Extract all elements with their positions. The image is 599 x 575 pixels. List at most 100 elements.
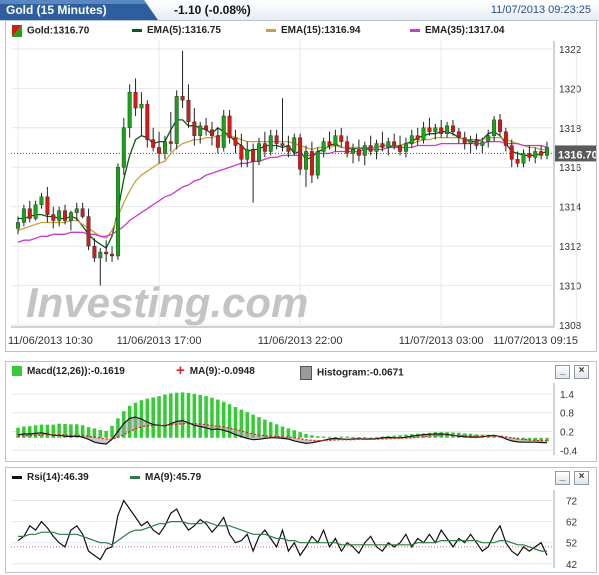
candle-body	[298, 137, 303, 170]
histogram-bar	[192, 393, 197, 438]
candle-body	[445, 125, 450, 134]
x-tick-label: 11/06/2013 17:00	[117, 335, 202, 347]
y-tick-label: -0.4	[560, 446, 578, 457]
y-tick-label: 72	[566, 497, 578, 508]
candle-body	[280, 143, 285, 146]
histogram-bar	[316, 436, 320, 438]
candle-body	[386, 141, 391, 148]
candle-body	[210, 129, 214, 136]
candle-body	[415, 135, 420, 140]
candle-body	[92, 245, 97, 259]
histogram-bar	[216, 399, 220, 438]
price-chart: 1308 1310 1312 1314 1316 1318 1320 1322 11/06/20…	[8, 41, 596, 347]
candle-body	[45, 196, 50, 215]
candle-body	[498, 119, 502, 132]
histogram-bar	[280, 426, 285, 438]
candle-body	[262, 143, 267, 152]
histogram-bar	[351, 436, 355, 438]
y-tick-label: 1322	[559, 45, 582, 56]
candle-body	[127, 92, 132, 128]
candle-body	[380, 143, 385, 148]
y-tick-label: 1318	[559, 124, 582, 135]
candle-body	[533, 151, 538, 158]
histogram-bar	[298, 432, 302, 438]
histogram-bar	[210, 397, 214, 438]
candle-body	[351, 149, 355, 154]
candle-body	[139, 103, 144, 109]
candle-body	[333, 135, 338, 146]
histogram-bar	[310, 435, 314, 438]
y-tick-label: 1312	[559, 242, 582, 253]
histogram-bar	[157, 396, 161, 438]
histogram-bar	[357, 437, 361, 439]
candle-body	[321, 141, 326, 152]
timestamp: 11/07/2013 09:23:25	[490, 4, 591, 16]
histogram-bar	[163, 394, 167, 438]
chart-title: Gold (15 Minutes)	[6, 3, 107, 17]
candle-body	[392, 141, 397, 146]
histogram-bar	[110, 425, 114, 438]
rsi-line	[17, 499, 548, 561]
candle-body	[362, 145, 367, 156]
y-tick-label: 42	[566, 560, 578, 571]
candle-body	[409, 135, 414, 144]
y-tick-label: 1314	[559, 203, 582, 214]
candle-body	[427, 127, 432, 132]
candle-body	[368, 145, 373, 152]
histogram-bar	[180, 392, 185, 438]
candle-body	[309, 151, 314, 176]
histogram-bar	[345, 436, 349, 438]
histogram-bar	[92, 428, 97, 438]
candle-body	[521, 153, 526, 164]
y-tick-label: 62	[566, 518, 578, 529]
candle-body	[257, 143, 261, 162]
histogram-bar	[145, 398, 150, 438]
candle-body	[21, 208, 26, 223]
candle-body	[27, 208, 32, 219]
rsi-panel: Rsi(14):46.39 MA(9):45.79 _ × 42 52 62 72	[5, 467, 597, 573]
candle-body	[233, 137, 238, 146]
x-tick-label: 11/07/2013 09:15	[493, 335, 578, 347]
candle-body	[198, 125, 203, 136]
y-tick-label: 1.4	[560, 390, 574, 401]
candle-body	[227, 115, 232, 138]
candle-body	[80, 208, 85, 217]
candle-body	[110, 253, 115, 257]
candle-body	[121, 127, 126, 168]
candle-body	[480, 141, 485, 146]
histogram-bar	[104, 430, 108, 438]
candle-body	[545, 147, 549, 156]
candle-body	[468, 139, 473, 144]
histogram-bar	[204, 396, 208, 438]
candle-body	[398, 145, 403, 152]
y-tick-label: 1316	[559, 163, 582, 174]
macd-chart: -0.4 0.2 0.8 1.4	[11, 383, 578, 457]
y-tick-label: 1320	[559, 84, 582, 95]
x-tick-label: 11/06/2013 22:00	[258, 335, 343, 347]
watermark: Investing.com	[26, 279, 308, 326]
histogram-bar	[304, 434, 308, 438]
candle-body	[133, 92, 138, 109]
histogram-bar	[39, 424, 44, 438]
candle-body	[174, 96, 179, 144]
candle-body	[421, 127, 426, 140]
histogram-bar	[339, 436, 344, 438]
candle-body	[527, 153, 532, 158]
y-tick-label: 1308	[559, 321, 582, 332]
candle-body	[86, 216, 91, 247]
price-panel: Gold:1316.70 EMA(5):1316.75 EMA(15):1316…	[5, 20, 597, 352]
candle-body	[356, 149, 361, 156]
candle-body	[33, 204, 38, 219]
histogram-bar	[169, 393, 173, 438]
candle-body	[104, 251, 109, 255]
candle-body	[503, 131, 508, 146]
y-tick-label: 1310	[559, 282, 582, 293]
x-tick-label: 11/07/2013 03:00	[399, 335, 484, 347]
candle-body	[403, 143, 408, 152]
histogram-bar	[274, 424, 279, 438]
candle-body	[374, 143, 379, 152]
histogram-bar	[327, 436, 332, 438]
histogram-bar	[363, 437, 367, 439]
histogram-bar	[321, 436, 326, 438]
candle-body	[204, 125, 209, 130]
